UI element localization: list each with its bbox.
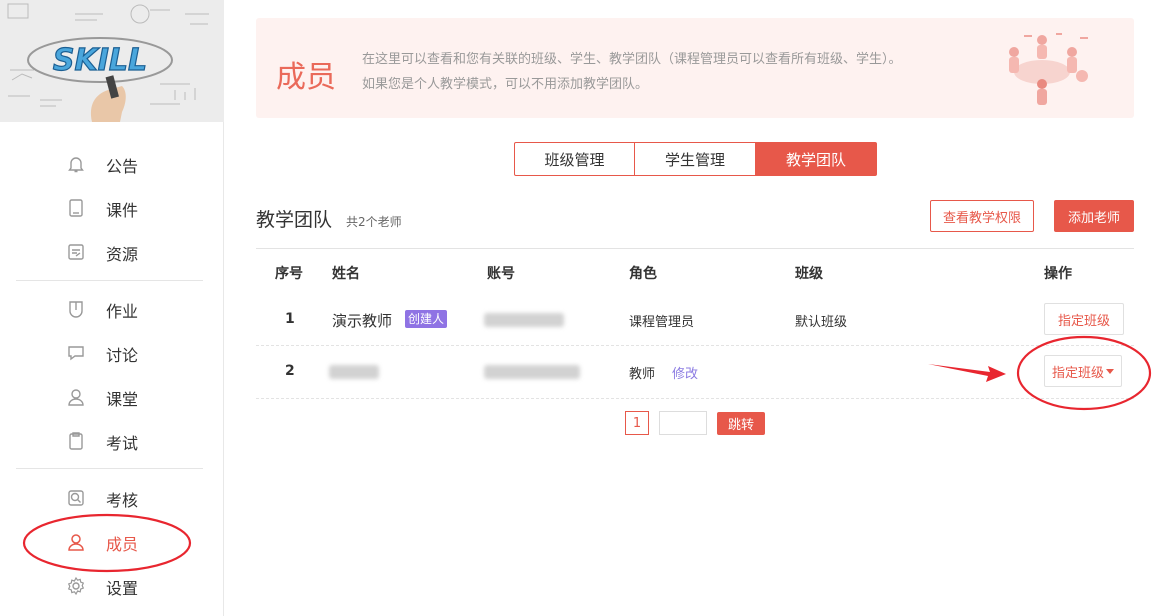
sidebar-divider bbox=[16, 280, 203, 281]
column-header-account: 账号 bbox=[487, 266, 515, 282]
account-redacted bbox=[484, 365, 580, 379]
add-teacher-button[interactable]: 添加老师 bbox=[1054, 200, 1134, 232]
chat-icon bbox=[68, 346, 84, 361]
tab-student-management[interactable]: 学生管理 bbox=[635, 142, 756, 176]
row-divider bbox=[256, 345, 1134, 346]
row-divider bbox=[256, 398, 1134, 399]
sidebar-item-label: 考试 bbox=[106, 434, 139, 453]
assign-class-label: 指定班级 bbox=[1051, 365, 1104, 381]
page-number-button[interactable]: 1 bbox=[625, 411, 649, 435]
sidebar-item-courseware[interactable]: 课件 bbox=[16, 188, 203, 228]
teacher-count: 共2个老师 bbox=[346, 215, 402, 229]
assessment-icon bbox=[68, 490, 84, 506]
section-title: 教学团队 bbox=[256, 209, 333, 231]
creator-badge: 创建人 bbox=[405, 310, 448, 328]
member-icon bbox=[68, 534, 84, 551]
sidebar: SKILL 公告 课件 资源 作业 讨论 课堂 考试 考核 成员 设置 bbox=[0, 0, 224, 616]
page-description: 在这里可以查看和您有关联的班级、学生、教学团队（课程管理员可以查看所有班级、学生… bbox=[362, 52, 902, 67]
column-header-actions: 操作 bbox=[1044, 266, 1072, 282]
sidebar-item-label: 考核 bbox=[106, 491, 139, 510]
book-icon bbox=[69, 199, 83, 217]
name-redacted bbox=[329, 365, 379, 379]
page-jump-input[interactable] bbox=[659, 411, 707, 435]
gear-icon bbox=[67, 576, 85, 596]
sidebar-item-homework[interactable]: 作业 bbox=[16, 289, 203, 329]
teacher-class: 默认班级 bbox=[795, 315, 848, 330]
row-index: 2 bbox=[285, 363, 295, 379]
bell-icon bbox=[68, 157, 84, 173]
teacher-role: 课程管理员 bbox=[629, 315, 695, 330]
view-permissions-button[interactable]: 查看教学权限 bbox=[930, 200, 1034, 232]
sidebar-item-classroom[interactable]: 课堂 bbox=[16, 377, 203, 417]
page-jump-button[interactable]: 跳转 bbox=[717, 412, 765, 435]
annotation-arrow bbox=[928, 364, 1006, 382]
column-header-role: 角色 bbox=[629, 266, 657, 282]
column-header-name: 姓名 bbox=[332, 266, 360, 282]
sidebar-item-label: 成员 bbox=[106, 535, 139, 554]
table-divider bbox=[256, 248, 1134, 249]
sidebar-item-label: 设置 bbox=[106, 579, 139, 598]
exam-icon bbox=[69, 432, 83, 450]
assign-class-button[interactable]: 指定班级 bbox=[1044, 303, 1124, 335]
sidebar-item-label: 课堂 bbox=[106, 390, 139, 409]
tab-class-management[interactable]: 班级管理 bbox=[514, 142, 635, 176]
sidebar-item-assessment[interactable]: 考核 bbox=[16, 478, 203, 518]
teacher-name: 演示教师 bbox=[332, 312, 393, 330]
tab-teaching-team[interactable]: 教学团队 bbox=[756, 142, 877, 176]
page-description-secondary: 如果您是个人教学模式，可以不用添加教学团队。 bbox=[362, 77, 649, 92]
sidebar-item-label: 公告 bbox=[106, 157, 139, 176]
banner-skill-text: SKILL bbox=[53, 43, 147, 78]
page-header: 成员 在这里可以查看和您有关联的班级、学生、教学团队（课程管理员可以查看所有班级… bbox=[256, 18, 1134, 118]
assign-class-dropdown-button[interactable]: 指定班级 bbox=[1044, 355, 1122, 387]
sidebar-item-discussion[interactable]: 讨论 bbox=[16, 333, 203, 373]
account-redacted bbox=[484, 313, 564, 327]
teacher-role: 教师 bbox=[629, 367, 656, 382]
team-meeting-illustration bbox=[1009, 33, 1088, 105]
assign-class-label: 指定班级 bbox=[1057, 313, 1110, 329]
column-header-index: 序号 bbox=[275, 266, 303, 282]
row-index: 1 bbox=[285, 311, 295, 327]
course-banner-image: SKILL bbox=[0, 0, 224, 122]
sidebar-item-label: 作业 bbox=[106, 302, 139, 321]
sidebar-item-announcement[interactable]: 公告 bbox=[16, 144, 203, 184]
page-title: 成员 bbox=[276, 60, 336, 95]
chevron-down-icon bbox=[1106, 368, 1114, 374]
sidebar-item-settings[interactable]: 设置 bbox=[16, 566, 203, 606]
sidebar-item-label: 讨论 bbox=[106, 346, 139, 365]
sidebar-item-label: 资源 bbox=[106, 245, 139, 264]
sidebar-item-exam[interactable]: 考试 bbox=[16, 421, 203, 461]
sidebar-item-members[interactable]: 成员 bbox=[16, 522, 203, 562]
member-tabs: 班级管理 学生管理 教学团队 bbox=[514, 142, 877, 176]
edit-role-link[interactable]: 修改 bbox=[672, 363, 698, 382]
column-header-class: 班级 bbox=[795, 266, 823, 282]
homework-icon bbox=[69, 301, 83, 318]
folder-icon bbox=[68, 244, 84, 260]
sidebar-item-resources[interactable]: 资源 bbox=[16, 232, 203, 272]
user-icon bbox=[68, 389, 84, 406]
sidebar-divider bbox=[16, 468, 203, 469]
sidebar-item-label: 课件 bbox=[106, 201, 139, 220]
